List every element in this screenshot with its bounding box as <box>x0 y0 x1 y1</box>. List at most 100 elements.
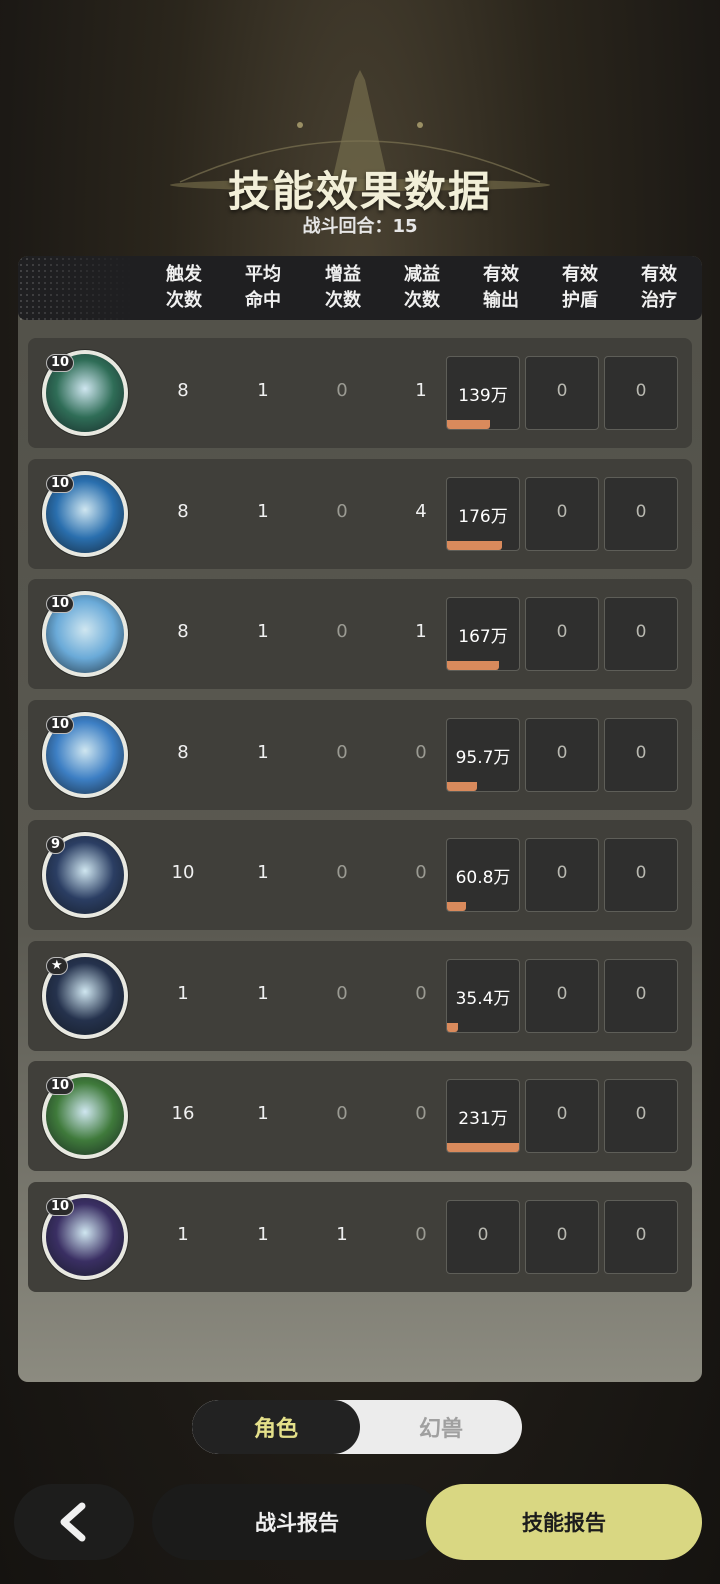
column-header-line2: 输出 <box>483 290 519 311</box>
skill-report-button[interactable]: 技能报告 <box>426 1484 702 1560</box>
wind-slash-skill-icon[interactable]: 10 <box>42 1073 128 1159</box>
column-header-line1: 减益 <box>404 264 440 285</box>
skill-row[interactable]: 10 8 1 0 4 176万 0 0 <box>28 458 692 569</box>
shield-value: 0 <box>556 501 568 522</box>
column-header-line2: 次数 <box>325 290 361 311</box>
arcane-clock-skill-icon[interactable]: 10 <box>42 1193 128 1280</box>
column-header: 减益 次数 <box>387 262 457 314</box>
back-button[interactable] <box>14 1484 134 1560</box>
column-header: 触发 次数 <box>149 262 219 314</box>
skill-row[interactable]: 9 10 1 0 0 60.8万 0 0 <box>28 820 692 930</box>
shield-value-box: 0 <box>525 1199 599 1274</box>
hit-count: 1 <box>257 500 269 522</box>
column-header: 有效 输出 <box>466 262 536 314</box>
shield-value: 0 <box>556 1224 568 1245</box>
skill-level-badge: 10 <box>46 1077 75 1095</box>
output-value-box: 0 <box>446 1199 520 1274</box>
output-bar <box>447 902 466 911</box>
buff-count: 1 <box>336 1223 348 1245</box>
skill-row[interactable]: ★ 1 1 0 0 35.4万 0 0 <box>28 940 692 1051</box>
hit-count: 1 <box>257 380 269 401</box>
shield-value-box: 0 <box>525 1079 599 1153</box>
column-header: 增益 次数 <box>308 262 378 314</box>
thorn-vine-skill-icon[interactable]: 10 <box>42 350 128 436</box>
skill-level-badge: 10 <box>46 715 75 734</box>
buff-count: 0 <box>336 500 348 522</box>
water-vortex-skill-icon[interactable]: 10 <box>42 470 128 557</box>
column-header-line1: 有效 <box>483 264 519 285</box>
buff-count: 0 <box>336 862 348 883</box>
output-value: 139万 <box>458 386 508 406</box>
output-bar <box>447 540 502 550</box>
output-value-box: 176万 <box>446 476 520 551</box>
hit-count: 1 <box>257 1103 269 1124</box>
output-value: 231万 <box>458 1109 508 1129</box>
output-bar <box>447 420 491 429</box>
output-value: 60.8万 <box>455 868 511 888</box>
trigger-count: 10 <box>171 862 195 883</box>
column-header: 有效 治疗 <box>624 262 694 314</box>
battle-round-label: 战斗回合：15 <box>302 216 418 237</box>
column-header-line2: 命中 <box>245 290 281 311</box>
output-value-box: 167万 <box>446 597 520 671</box>
shield-value: 0 <box>556 742 568 763</box>
skill-row[interactable]: 10 8 1 0 1 167万 0 0 <box>28 579 692 689</box>
shield-value-box: 0 <box>525 597 599 671</box>
heal-value: 0 <box>635 622 647 642</box>
skill-row[interactable]: 10 8 1 0 0 95.7万 0 0 <box>28 699 692 810</box>
shield-value: 0 <box>556 863 568 883</box>
back-arrow-icon <box>60 1502 86 1542</box>
output-bar <box>447 661 499 670</box>
ice-crystals-skill-icon[interactable]: ★ <box>42 952 128 1039</box>
trigger-count: 16 <box>171 1103 195 1124</box>
skill-level-badge: 9 <box>46 836 66 854</box>
heal-value-box: 0 <box>604 1199 678 1274</box>
output-value-box: 95.7万 <box>446 717 520 792</box>
output-value-box: 60.8万 <box>446 838 520 912</box>
column-header-line2: 次数 <box>404 290 440 311</box>
shield-value-box: 0 <box>525 838 599 912</box>
shield-value-box: 0 <box>525 476 599 551</box>
heal-value: 0 <box>635 863 647 883</box>
ice-wave-skill-icon[interactable]: 9 <box>42 832 128 918</box>
skill-stats-panel: 触发 次数 平均 命中 增益 次数 减益 次数 有效 输出 有效 护盾 有效 治疗 10 8 1 0 1 139万 0… <box>18 256 702 1382</box>
buff-count: 0 <box>336 621 348 642</box>
skill-row[interactable]: 10 1 1 1 0 0 0 0 <box>28 1181 692 1292</box>
column-header-line1: 触发 <box>166 264 202 285</box>
buff-count: 0 <box>336 1103 348 1124</box>
header-pattern <box>18 256 133 320</box>
hit-count: 1 <box>257 1223 269 1245</box>
output-value-box: 231万 <box>446 1079 520 1153</box>
role-beast-toggle[interactable]: 角色 幻兽 <box>192 1400 522 1454</box>
skill-level-badge: 10 <box>46 474 75 493</box>
shield-value-box: 0 <box>525 356 599 430</box>
column-header-line2: 治疗 <box>641 290 677 311</box>
heal-value: 0 <box>635 1224 647 1245</box>
output-value: 35.4万 <box>455 988 511 1009</box>
battle-report-button[interactable]: 战斗报告 <box>152 1484 442 1560</box>
trigger-count: 8 <box>177 500 189 522</box>
heal-value-box: 0 <box>604 838 678 912</box>
output-value-box: 139万 <box>446 356 520 430</box>
column-header-line1: 有效 <box>562 264 598 285</box>
ice-crystal-burst-skill-icon[interactable]: 10 <box>42 591 128 677</box>
toggle-role[interactable]: 角色 <box>192 1400 360 1454</box>
heal-value: 0 <box>635 983 647 1004</box>
trigger-count: 1 <box>177 982 189 1004</box>
hit-count: 1 <box>257 741 269 763</box>
skill-level-badge: 10 <box>46 354 75 372</box>
skill-row[interactable]: 10 8 1 0 1 139万 0 0 <box>28 338 692 448</box>
shield-value-box: 0 <box>525 717 599 792</box>
column-header-line2: 护盾 <box>562 290 598 311</box>
skill-row[interactable]: 10 16 1 0 0 231万 0 0 <box>28 1061 692 1171</box>
heal-value-box: 0 <box>604 958 678 1033</box>
trigger-count: 8 <box>177 741 189 763</box>
trigger-count: 1 <box>177 1223 189 1245</box>
buff-count: 0 <box>336 741 348 763</box>
trigger-count: 8 <box>177 380 189 401</box>
toggle-beast[interactable]: 幻兽 <box>360 1400 522 1454</box>
heal-value-box: 0 <box>604 597 678 671</box>
ice-shard-skill-icon[interactable]: 10 <box>42 711 128 798</box>
heal-value-box: 0 <box>604 717 678 792</box>
column-header: 平均 命中 <box>228 262 298 314</box>
